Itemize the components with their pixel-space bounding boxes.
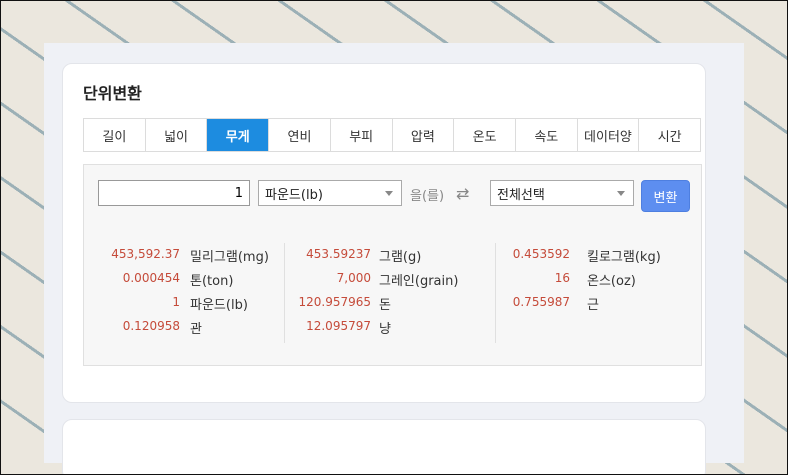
result-row: 0.453592 킬로그램(kg) bbox=[496, 243, 696, 267]
result-unit: 돈 bbox=[379, 298, 391, 313]
to-unit-value: 전체선택 bbox=[497, 187, 545, 203]
to-unit-select[interactable]: 전체선택 bbox=[490, 180, 634, 206]
amount-input[interactable] bbox=[98, 180, 250, 206]
result-unit: 톤(ton) bbox=[190, 274, 234, 289]
result-unit: 온스(oz) bbox=[587, 274, 636, 289]
swap-icon[interactable]: ⇄ bbox=[456, 184, 469, 203]
next-card bbox=[62, 419, 706, 474]
tab-length[interactable]: 길이 bbox=[84, 119, 146, 151]
tab-time[interactable]: 시간 bbox=[639, 119, 700, 151]
result-value: 0.120958 bbox=[122, 319, 180, 333]
result-row: 12.095797 냥 bbox=[285, 315, 485, 339]
results-column: 453,592.37 밀리그램(mg) 0.000454 톤(ton) 1 파운드(l… bbox=[84, 243, 284, 343]
result-unit: 근 bbox=[587, 298, 599, 313]
josa-label: 을(를) bbox=[410, 189, 445, 204]
tab-temperature[interactable]: 온도 bbox=[454, 119, 516, 151]
results-column: 453.59237 그램(g) 7,000 그레인(grain) 120.95796… bbox=[284, 243, 485, 343]
result-unit: 밀리그램(mg) bbox=[190, 250, 269, 265]
tab-pressure[interactable]: 압력 bbox=[393, 119, 455, 151]
result-unit: 그레인(grain) bbox=[379, 274, 459, 289]
result-row: 453,592.37 밀리그램(mg) bbox=[84, 243, 284, 267]
tab-data-size[interactable]: 데이터양 bbox=[578, 119, 640, 151]
tab-area[interactable]: 넓이 bbox=[146, 119, 208, 151]
unit-converter-card: 단위변환 길이 넓이 무게 연비 부피 압력 온도 속도 데이터양 시간 파운드… bbox=[62, 63, 706, 403]
result-value: 1 bbox=[172, 295, 180, 309]
result-value: 16 bbox=[554, 271, 570, 285]
result-row: 0.755987 근 bbox=[496, 291, 696, 315]
chevron-down-icon bbox=[385, 191, 393, 196]
tab-speed[interactable]: 속도 bbox=[516, 119, 578, 151]
chevron-down-icon bbox=[617, 191, 625, 196]
tab-volume[interactable]: 부피 bbox=[331, 119, 393, 151]
result-row: 0.000454 톤(ton) bbox=[84, 267, 284, 291]
result-value: 453,592.37 bbox=[111, 247, 180, 261]
category-tabs: 길이 넓이 무게 연비 부피 압력 온도 속도 데이터양 시간 bbox=[83, 118, 701, 152]
result-row: 16 온스(oz) bbox=[496, 267, 696, 291]
from-unit-value: 파운드(lb) bbox=[265, 187, 323, 203]
result-row: 7,000 그레인(grain) bbox=[285, 267, 485, 291]
result-value: 453.59237 bbox=[306, 247, 371, 261]
result-value: 0.755987 bbox=[512, 295, 570, 309]
card-title: 단위변환 bbox=[83, 84, 142, 103]
window-frame: 단위변환 길이 넓이 무게 연비 부피 압력 온도 속도 데이터양 시간 파운드… bbox=[0, 0, 788, 475]
results-grid: 453,592.37 밀리그램(mg) 0.000454 톤(ton) 1 파운드(l… bbox=[84, 243, 703, 343]
result-unit: 파운드(lb) bbox=[190, 298, 248, 313]
result-value: 120.957965 bbox=[298, 295, 371, 309]
result-unit: 그램(g) bbox=[379, 250, 422, 265]
from-unit-select[interactable]: 파운드(lb) bbox=[258, 180, 402, 206]
result-value: 0.453592 bbox=[512, 247, 570, 261]
result-row: 453.59237 그램(g) bbox=[285, 243, 485, 267]
tab-weight[interactable]: 무게 bbox=[207, 119, 270, 151]
tab-fuel-economy[interactable]: 연비 bbox=[269, 119, 331, 151]
convert-button[interactable]: 변환 bbox=[641, 180, 690, 212]
result-value: 0.000454 bbox=[122, 271, 180, 285]
result-unit: 냥 bbox=[379, 322, 391, 337]
result-value: 12.095797 bbox=[306, 319, 371, 333]
result-unit: 킬로그램(kg) bbox=[587, 250, 661, 265]
result-row: 0.120958 관 bbox=[84, 315, 284, 339]
page-container: 단위변환 길이 넓이 무게 연비 부피 압력 온도 속도 데이터양 시간 파운드… bbox=[44, 43, 744, 474]
results-column: 0.453592 킬로그램(kg) 16 온스(oz) 0.755987 근 bbox=[495, 243, 696, 343]
result-row: 120.957965 돈 bbox=[285, 291, 485, 315]
result-row: 1 파운드(lb) bbox=[84, 291, 284, 315]
result-unit: 관 bbox=[190, 322, 202, 337]
result-value: 7,000 bbox=[336, 271, 371, 285]
converter-panel: 파운드(lb) 을(를) ⇄ 전체선택 변환 453,592.37 밀리그램(mg… bbox=[83, 164, 702, 366]
